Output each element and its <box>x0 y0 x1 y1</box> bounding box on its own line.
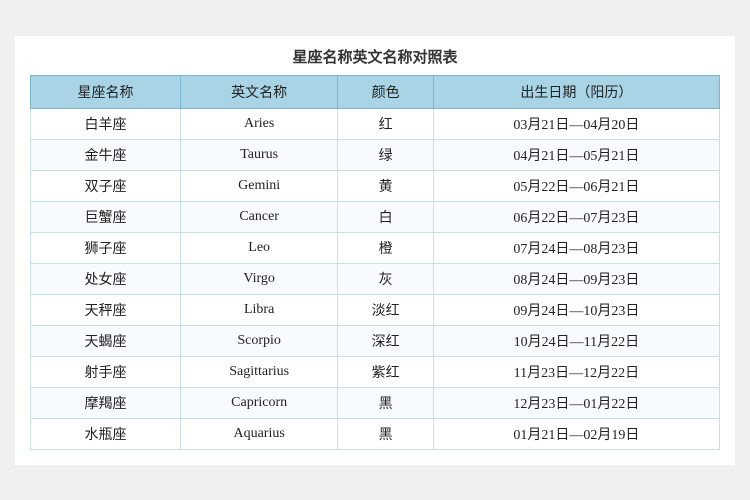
cell-english: Scorpio <box>180 325 337 356</box>
cell-english: Virgo <box>180 263 337 294</box>
cell-dates: 06月22日—07月23日 <box>433 201 719 232</box>
table-row: 白羊座Aries红03月21日—04月20日 <box>31 108 720 139</box>
cell-dates: 01月21日—02月19日 <box>433 418 719 449</box>
table-row: 双子座Gemini黄05月22日—06月21日 <box>31 170 720 201</box>
cell-english: Cancer <box>180 201 337 232</box>
cell-dates: 11月23日—12月22日 <box>433 356 719 387</box>
cell-english: Libra <box>180 294 337 325</box>
cell-color: 黄 <box>338 170 433 201</box>
cell-dates: 05月22日—06月21日 <box>433 170 719 201</box>
cell-color: 紫红 <box>338 356 433 387</box>
table-row: 射手座Sagittarius紫红11月23日—12月22日 <box>31 356 720 387</box>
cell-dates: 10月24日—11月22日 <box>433 325 719 356</box>
cell-chinese: 双子座 <box>31 170 181 201</box>
cell-chinese: 天秤座 <box>31 294 181 325</box>
cell-dates: 08月24日—09月23日 <box>433 263 719 294</box>
cell-dates: 09月24日—10月23日 <box>433 294 719 325</box>
col-header-dates: 出生日期（阳历） <box>433 75 719 108</box>
col-header-chinese: 星座名称 <box>31 75 181 108</box>
table-row: 天秤座Libra淡红09月24日—10月23日 <box>31 294 720 325</box>
cell-color: 深红 <box>338 325 433 356</box>
cell-chinese: 白羊座 <box>31 108 181 139</box>
cell-english: Capricorn <box>180 387 337 418</box>
zodiac-table: 星座名称 英文名称 颜色 出生日期（阳历） 白羊座Aries红03月21日—04… <box>30 75 720 450</box>
table-row: 摩羯座Capricorn黑12月23日—01月22日 <box>31 387 720 418</box>
cell-dates: 04月21日—05月21日 <box>433 139 719 170</box>
table-row: 狮子座Leo橙07月24日—08月23日 <box>31 232 720 263</box>
table-row: 处女座Virgo灰08月24日—09月23日 <box>31 263 720 294</box>
table-header-row: 星座名称 英文名称 颜色 出生日期（阳历） <box>31 75 720 108</box>
main-container: 星座名称英文名称对照表 星座名称 英文名称 颜色 出生日期（阳历） 白羊座Ari… <box>15 36 735 465</box>
cell-chinese: 处女座 <box>31 263 181 294</box>
cell-color: 绿 <box>338 139 433 170</box>
cell-chinese: 狮子座 <box>31 232 181 263</box>
cell-chinese: 摩羯座 <box>31 387 181 418</box>
cell-chinese: 金牛座 <box>31 139 181 170</box>
col-header-color: 颜色 <box>338 75 433 108</box>
cell-chinese: 射手座 <box>31 356 181 387</box>
col-header-english: 英文名称 <box>180 75 337 108</box>
cell-color: 橙 <box>338 232 433 263</box>
cell-english: Taurus <box>180 139 337 170</box>
cell-english: Leo <box>180 232 337 263</box>
cell-color: 黑 <box>338 418 433 449</box>
cell-english: Aquarius <box>180 418 337 449</box>
cell-chinese: 巨蟹座 <box>31 201 181 232</box>
cell-english: Sagittarius <box>180 356 337 387</box>
cell-color: 白 <box>338 201 433 232</box>
page-title: 星座名称英文名称对照表 <box>30 46 720 67</box>
cell-english: Aries <box>180 108 337 139</box>
cell-color: 红 <box>338 108 433 139</box>
cell-chinese: 天蝎座 <box>31 325 181 356</box>
cell-dates: 07月24日—08月23日 <box>433 232 719 263</box>
cell-color: 淡红 <box>338 294 433 325</box>
table-row: 巨蟹座Cancer白06月22日—07月23日 <box>31 201 720 232</box>
cell-dates: 12月23日—01月22日 <box>433 387 719 418</box>
table-row: 金牛座Taurus绿04月21日—05月21日 <box>31 139 720 170</box>
table-row: 天蝎座Scorpio深红10月24日—11月22日 <box>31 325 720 356</box>
cell-dates: 03月21日—04月20日 <box>433 108 719 139</box>
cell-color: 黑 <box>338 387 433 418</box>
cell-color: 灰 <box>338 263 433 294</box>
table-row: 水瓶座Aquarius黑01月21日—02月19日 <box>31 418 720 449</box>
cell-english: Gemini <box>180 170 337 201</box>
cell-chinese: 水瓶座 <box>31 418 181 449</box>
